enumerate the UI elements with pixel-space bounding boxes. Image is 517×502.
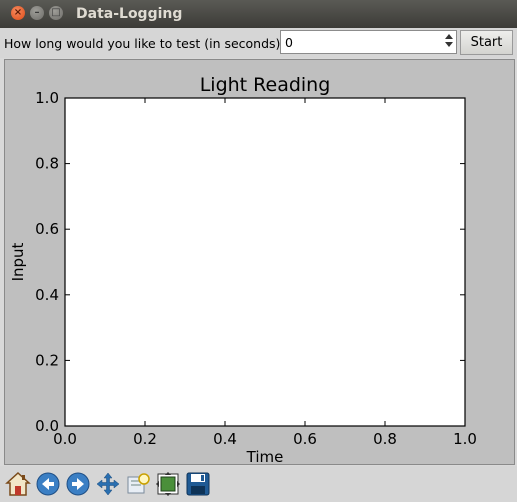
zoom-icon[interactable]: [123, 469, 153, 499]
x-tick-label: 0.8: [373, 430, 397, 448]
home-icon[interactable]: [3, 469, 33, 499]
y-tick-label: 0.6: [35, 220, 59, 238]
forward-icon[interactable]: [63, 469, 93, 499]
x-tick-label: 1.0: [453, 430, 477, 448]
y-tick-label: 0.4: [35, 286, 59, 304]
x-tick-label: 0.4: [213, 430, 237, 448]
subplots-icon[interactable]: [153, 469, 183, 499]
y-tick-label: 0.2: [35, 351, 59, 369]
pan-icon[interactable]: [93, 469, 123, 499]
minimize-icon[interactable]: –: [30, 6, 44, 20]
start-button[interactable]: Start: [460, 30, 513, 55]
app-window: × – □ Data-Logging How long would you li…: [0, 0, 517, 502]
x-tick-label: 0.2: [133, 430, 157, 448]
window-title: Data-Logging: [76, 6, 183, 22]
y-axis-label: Input: [9, 242, 27, 281]
y-tick-label: 1.0: [35, 89, 59, 107]
duration-prompt: How long would you like to test (in seco…: [4, 36, 285, 51]
save-icon[interactable]: [183, 469, 213, 499]
spin-arrows[interactable]: [444, 33, 454, 51]
chart-title: Light Reading: [200, 74, 331, 96]
close-icon[interactable]: ×: [11, 6, 25, 20]
x-axis-label: Time: [246, 448, 284, 465]
navigation-toolbar: [0, 466, 517, 502]
chart: 0.0 0.2 0.4 0.6 0.8 1.00.00.20.40.60.81.0Ligh…: [9, 74, 477, 465]
x-tick-label: 0.6: [293, 430, 317, 448]
duration-value[interactable]: 0: [285, 35, 293, 50]
y-tick-label: 0.0: [35, 417, 59, 435]
plot-area: [64, 97, 466, 427]
title-bar: × – □ Data-Logging: [0, 0, 517, 28]
decrement-icon[interactable]: [445, 42, 453, 47]
back-icon[interactable]: [33, 469, 63, 499]
y-tick-label: 0.8: [35, 155, 59, 173]
duration-spinbox[interactable]: 0: [280, 30, 457, 54]
increment-icon[interactable]: [445, 34, 453, 39]
maximize-icon[interactable]: □: [49, 6, 63, 20]
